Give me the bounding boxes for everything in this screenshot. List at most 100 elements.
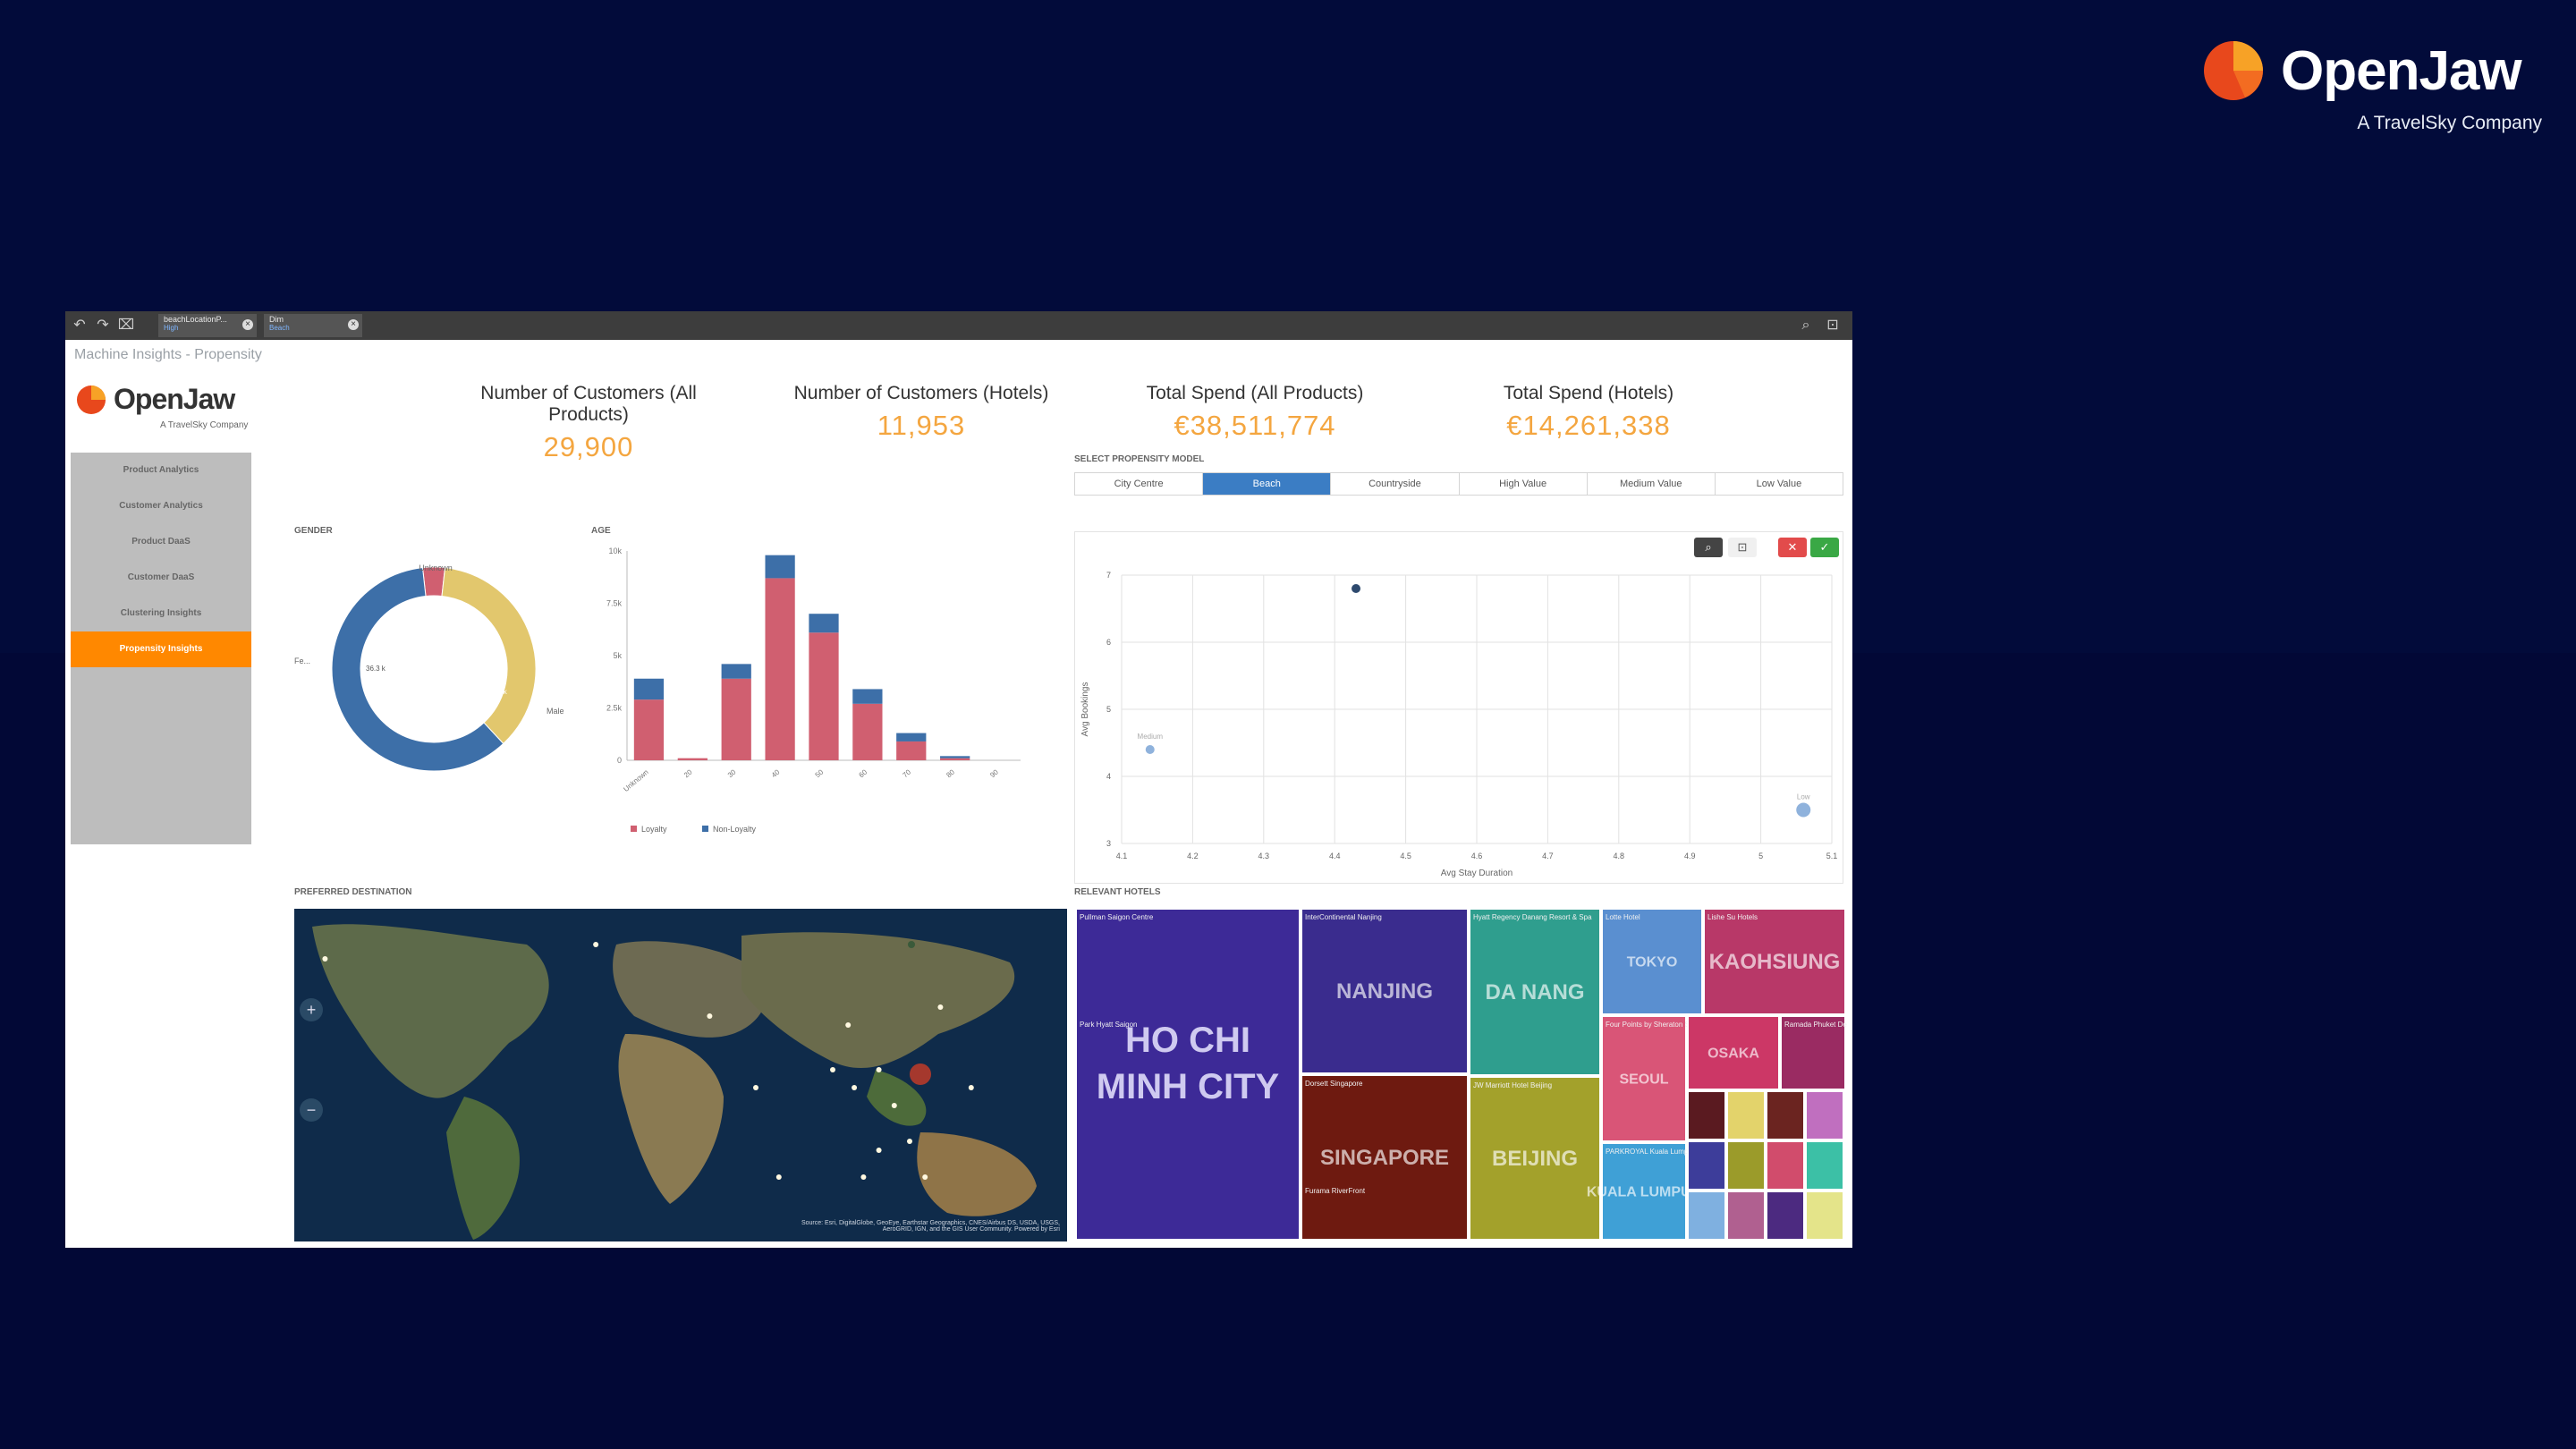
cancel-selection-icon[interactable]: ✕: [1778, 538, 1807, 557]
lasso-icon[interactable]: ⌕: [1694, 538, 1723, 557]
x-tick-label: 90: [988, 767, 1000, 779]
treemap-cell: [1766, 1191, 1805, 1241]
bar-segment: [809, 614, 839, 633]
sidebar-item-product-analytics[interactable]: Product Analytics: [71, 453, 251, 488]
x-tick-label: 80: [945, 767, 956, 779]
slice-label: Fe...: [294, 657, 310, 665]
x-tick-label: 60: [858, 767, 869, 779]
y-tick-label: 2.5k: [606, 704, 623, 713]
hotel-label: Pullman Saigon Centre: [1080, 913, 1154, 921]
clear-selections-icon[interactable]: ⌧: [117, 317, 135, 335]
scatter-chart-container: ⌕ ⊡ ✕ ✓ 4.1 4.2 4.3 4.4 4.5 4.6 4.7 4.8 4.9 5 5.1 3…: [1074, 531, 1843, 884]
point-label: Medium: [1138, 733, 1164, 741]
selection-value: High: [164, 324, 179, 332]
map-point: [891, 1103, 897, 1108]
back-icon[interactable]: ↶: [71, 317, 89, 335]
tab-high-value[interactable]: High Value: [1460, 473, 1588, 495]
gender-title: GENDER: [294, 526, 333, 536]
y-tick-label: 4: [1106, 772, 1111, 781]
map-point: [907, 1139, 912, 1144]
remove-selection-icon[interactable]: ×: [242, 319, 253, 330]
treemap-cell: [1726, 1140, 1766, 1191]
point-label: Low: [1797, 793, 1810, 801]
kpi-label: Number of Customers (Hotels): [793, 383, 1049, 403]
sidebar-brand-subtitle: A TravelSky Company: [160, 420, 249, 430]
hotel-label: Furama RiverFront: [1305, 1187, 1366, 1195]
tab-city-centre[interactable]: City Centre: [1075, 473, 1204, 495]
hotel-label: Lishe Su Hotels: [1707, 913, 1758, 921]
brand-logo: OpenJaw A TravelSky Company: [2202, 36, 2542, 134]
brand-name: OpenJaw: [2281, 40, 2522, 102]
map-point: [775, 1174, 782, 1180]
selection-pill-location[interactable]: beachLocationP... High ×: [158, 314, 257, 337]
forward-icon[interactable]: ↷: [94, 317, 112, 335]
map-point: [937, 1004, 944, 1010]
x-tick-label: 5.1: [1826, 852, 1838, 860]
y-tick-label: 7.5k: [606, 599, 623, 608]
scatter-point: [1145, 745, 1155, 754]
preferred-destination-map[interactable]: + − Source: Esri, DigitalGlobe, GeoEye, …: [294, 909, 1067, 1241]
breadcrumb: Machine Insights - Propensity: [74, 347, 262, 362]
bar-segment: [852, 689, 883, 704]
bar-segment: [677, 758, 708, 760]
bar-segment: [896, 741, 927, 760]
bar-segment: [765, 555, 795, 579]
tab-low-value[interactable]: Low Value: [1716, 473, 1843, 495]
map-point: [968, 1085, 974, 1090]
tab-countryside[interactable]: Countryside: [1331, 473, 1460, 495]
sidebar-brand-name: OpenJaw: [114, 383, 235, 415]
bar-segment: [633, 678, 665, 700]
treemap-cell: [1805, 1191, 1844, 1241]
bar-segment: [940, 758, 970, 760]
map-point: [707, 1013, 713, 1019]
x-tick-label: 50: [814, 767, 826, 779]
selections-tool-icon[interactable]: ⊡: [1824, 317, 1842, 335]
city-label: TOKYO: [1627, 954, 1678, 970]
treemap-cell: [1766, 1140, 1805, 1191]
map-cluster-marker: [910, 1063, 931, 1085]
sidebar-item-propensity-insights[interactable]: Propensity Insights: [71, 631, 251, 667]
slice-value-label: 36.3 k: [366, 665, 386, 673]
city-label: DA NANG: [1485, 980, 1584, 1004]
hotel-label: InterContinental Nanjing: [1305, 913, 1382, 921]
x-tick-label: 4.7: [1542, 852, 1554, 860]
sidebar-item-customer-analytics[interactable]: Customer Analytics: [71, 488, 251, 524]
x-tick-label: 70: [901, 767, 912, 779]
age-title: AGE: [591, 526, 611, 536]
map-point: [876, 1148, 882, 1153]
tab-medium-value[interactable]: Medium Value: [1588, 473, 1716, 495]
search-icon[interactable]: ⌕: [1797, 317, 1815, 335]
sidebar-item-clustering-insights[interactable]: Clustering Insights: [71, 596, 251, 631]
x-tick-label: 4.5: [1400, 852, 1411, 860]
remove-selection-icon[interactable]: ×: [348, 319, 359, 330]
sidebar-item-product-daas[interactable]: Product DaaS: [71, 524, 251, 560]
selection-field: beachLocationP...: [164, 315, 227, 324]
bar-segment: [809, 632, 839, 760]
treemap-cell: [1766, 1090, 1805, 1140]
selection-field: Dim: [269, 315, 284, 324]
relevant-hotels-title: RELEVANT HOTELS: [1074, 887, 1161, 897]
y-tick-label: 7: [1106, 571, 1111, 580]
selection-mode-icon[interactable]: ⊡: [1728, 538, 1757, 557]
openjaw-logo-icon: [76, 385, 106, 415]
selection-pill-dim[interactable]: Dim Beach ×: [264, 314, 362, 337]
x-tick-label: 4.9: [1684, 852, 1696, 860]
map-point: [593, 942, 599, 947]
treemap-cell: [1805, 1140, 1844, 1191]
kpi-spend-hotels: Total Spend (Hotels) €14,261,338: [1441, 383, 1736, 442]
y-tick-label: 3: [1106, 839, 1111, 848]
map-point: [922, 1174, 928, 1180]
bar-segment: [765, 578, 795, 760]
city-label: OSAKA: [1707, 1046, 1759, 1061]
selection-value: Beach: [269, 324, 290, 332]
sidebar-item-customer-daas[interactable]: Customer DaaS: [71, 560, 251, 596]
kpi-value: €38,511,774: [1174, 410, 1336, 441]
hotel-label: Hyatt Regency Danang Resort & Spa: [1473, 913, 1592, 921]
kpi-customers-all: Number of Customers (All Products) 29,90…: [441, 383, 736, 463]
city-label: KUALA LUMPUR: [1587, 1184, 1702, 1199]
x-tick-label: 20: [682, 767, 694, 779]
confirm-selection-icon[interactable]: ✓: [1810, 538, 1839, 557]
relevant-hotels-treemap[interactable]: Pullman Saigon CentrePark Hyatt SaigonHO…: [1076, 909, 1847, 1241]
tab-beach[interactable]: Beach: [1203, 473, 1332, 495]
treemap-cell: [1687, 1191, 1726, 1241]
